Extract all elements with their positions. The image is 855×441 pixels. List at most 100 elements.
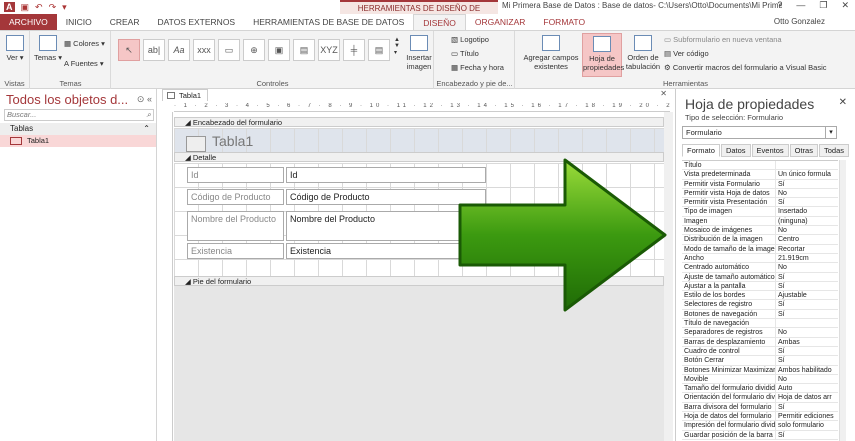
property-row[interactable]: Separadores de registros No [682,328,838,338]
datetime-button[interactable]: ▦ Fecha y hora [451,63,504,72]
property-row[interactable]: Ancho 21.919cm [682,253,838,264]
nav-item-tabla1[interactable]: Tabla1 [0,135,156,147]
textbox-control-icon[interactable]: ab| [143,39,165,61]
property-row[interactable]: Selectores de registro Sí [682,300,838,310]
property-value[interactable]: Sí [776,347,838,355]
property-row[interactable]: Tamaño del formulario dividido Auto [682,384,838,394]
search-icon[interactable]: ⌕ [147,110,151,120]
tab-herramientas-bd[interactable]: HERRAMIENTAS DE BASE DE DATOS [244,14,413,30]
insert-image-button[interactable]: Insertar imagen [404,35,434,71]
collapse-group-icon[interactable]: ⌃ [143,123,150,135]
property-value[interactable]: Permitir ediciones [776,412,838,420]
property-row[interactable]: Botón Cerrar Sí [682,356,838,366]
field-label-nombre[interactable]: Nombre del Producto [187,211,284,241]
selection-dropdown[interactable]: Formulario ▾ [682,126,837,139]
property-row[interactable]: Barras de desplazamiento Ambas [682,337,838,347]
subform-button[interactable]: ▭ Subformulario en nueva ventana [664,35,782,44]
convert-macros-button[interactable]: ⚙ Convertir macros del formulario a Visu… [664,63,826,72]
nav-title[interactable]: Todos los objetos d... [6,92,128,107]
redo-icon[interactable]: ↷ [49,2,57,13]
view-code-button[interactable]: ▤ Ver código [664,49,709,58]
close-icon[interactable]: ✕ [839,97,847,108]
property-row[interactable]: Distribución de la imagen Centro [682,235,838,245]
property-value[interactable]: No [776,328,838,336]
property-value[interactable]: Ambas [776,338,838,346]
property-value[interactable]: Insertado [776,207,838,215]
document-tab[interactable]: Tabla1 [162,89,209,101]
property-value[interactable]: Centro [776,235,838,243]
property-row[interactable]: Vista predeterminada Un único formula [682,170,838,180]
select-pointer-icon[interactable]: ↖ [118,39,140,61]
save-icon[interactable]: ▣ [21,2,30,13]
property-value[interactable]: Sí [776,300,838,308]
property-row[interactable]: Tipo de imagen Insertado [682,207,838,217]
property-value[interactable]: Sí [776,282,838,290]
property-row[interactable]: Botones de navegación Sí [682,309,838,320]
tab-control-icon[interactable]: ▭ [218,39,240,61]
property-value[interactable]: Un único formula [776,170,838,178]
property-value[interactable]: Sí [776,180,838,188]
customize-icon[interactable]: ▾ [62,2,67,13]
field-label-codigo[interactable]: Código de Producto [187,189,284,205]
undo-icon[interactable]: ↶ [35,2,43,13]
themes-button[interactable]: Temas ▾ [34,35,62,62]
field-label-existencia[interactable]: Existencia [187,243,284,259]
property-row[interactable]: Permitir vista Formulario Sí [682,179,838,189]
property-row[interactable]: Movible No [682,374,838,385]
prop-tab-eventos[interactable]: Eventos [751,144,789,157]
combo-box-icon[interactable]: ▤ [368,39,390,61]
prop-tab-datos[interactable]: Datos [720,144,751,157]
header-title[interactable]: Tabla1 [212,133,253,149]
close-button[interactable]: ✕ [841,0,849,11]
property-row[interactable]: Barra divisora del formulario Sí [682,402,838,413]
property-row[interactable]: Impresión del formulario dividido solo fo… [682,421,838,431]
tab-diseno[interactable]: DISEÑO [413,14,466,30]
label-control-icon[interactable]: Aa [168,39,190,61]
property-value[interactable]: Ambos habilitado [776,366,838,374]
property-value[interactable]: No [776,226,838,234]
minimize-button[interactable]: — [796,0,805,11]
property-row[interactable]: Ajuste de tamaño automático Sí [682,272,838,282]
property-row[interactable]: Estilo de los bordes Ajustable [682,291,838,301]
property-value[interactable]: Ajustable [776,291,838,299]
property-value[interactable]: 21.919cm [776,254,838,262]
property-row[interactable]: Título [682,161,838,171]
controls-more-icon[interactable]: ▲ ▼ ▾ [394,37,400,56]
property-value[interactable]: Sí [776,273,838,281]
property-value[interactable]: No [776,375,838,383]
property-value[interactable]: Recortar [776,245,838,253]
property-value[interactable]: Sí [776,310,838,318]
add-fields-button[interactable]: Agregar campos existentes [522,35,580,71]
tab-inicio[interactable]: INICIO [57,14,101,30]
property-value[interactable]: Sí [776,198,838,206]
option-group-icon[interactable]: XYZ [318,39,340,61]
tab-formato[interactable]: FORMATO [534,14,594,30]
help-button[interactable]: ? [777,0,782,11]
property-row[interactable]: Modo de tamaño de la imagen Recortar [682,244,838,254]
property-row[interactable]: Hoja de datos del formulario Permitir edi… [682,412,838,422]
hyperlink-control-icon[interactable]: ⊕ [243,39,265,61]
property-sheet-button[interactable]: Hoja de propiedades [582,33,624,77]
property-row[interactable]: Ajustar a la pantalla Sí [682,281,838,292]
property-value[interactable] [776,161,838,169]
restore-button[interactable]: ❐ [819,0,827,11]
tab-datos-externos[interactable]: DATOS EXTERNOS [148,14,244,30]
property-value[interactable]: Sí [776,403,838,411]
property-value[interactable]: Hoja de datos arr [776,393,838,401]
page-break-icon[interactable]: ╪ [343,39,365,61]
tab-organizar[interactable]: ORGANIZAR [466,14,535,30]
property-value[interactable]: No [776,263,838,271]
property-row[interactable]: Mosaico de imágenes No [682,226,838,236]
property-row[interactable]: Cuadro de control Sí [682,346,838,357]
tab-archivo[interactable]: ARCHIVO [0,14,57,30]
view-button[interactable]: Ver ▾ [3,35,27,62]
chevron-down-icon[interactable]: ▾ [825,127,836,138]
property-row[interactable]: Botones Minimizar Maximizar Ambos habilit… [682,365,838,375]
logo-button[interactable]: ▧ Logotipo [451,35,489,44]
property-row[interactable]: Permitir vista Hoja de datos No [682,188,838,199]
property-value[interactable]: No [776,189,838,197]
fonts-button[interactable]: A Fuentes ▾ [64,59,104,68]
title-button[interactable]: ▭ Título [451,49,479,58]
property-value[interactable]: Sí [776,431,838,439]
nav-group-tablas[interactable]: Tablas ⌃ [0,123,156,135]
